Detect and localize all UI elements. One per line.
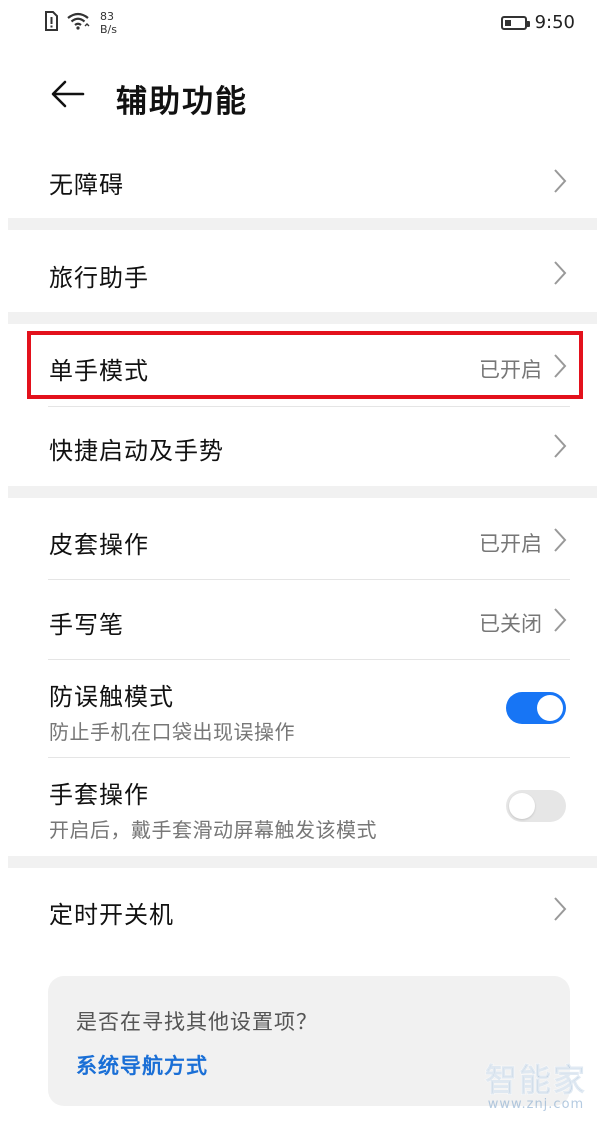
section-gap	[8, 312, 597, 324]
status-bar-right: 9:50	[500, 12, 575, 33]
accidental-touch-toggle[interactable]	[506, 692, 566, 724]
row-cover-operation[interactable]: 皮套操作 已开启	[48, 504, 570, 578]
battery-icon	[500, 15, 530, 30]
toggle-knob	[509, 793, 535, 819]
chevron-right-icon	[552, 433, 568, 459]
status-bar-left: 83 B/s	[44, 10, 117, 36]
net-speed-value: 83	[100, 10, 114, 23]
section-gap	[8, 218, 597, 230]
glove-mode-toggle[interactable]	[506, 790, 566, 822]
suggestion-question: 是否在寻找其他设置项？	[76, 1010, 318, 1034]
row-status-value: 已开启	[479, 532, 542, 556]
section-gap	[8, 486, 597, 498]
row-label: 防误触模式	[49, 683, 174, 711]
row-travel-assistant[interactable]: 旅行助手	[48, 240, 570, 306]
wifi-icon	[66, 11, 90, 35]
clock: 9:50	[534, 12, 575, 33]
toggle-knob	[537, 695, 563, 721]
page-title: 辅助功能	[116, 84, 248, 120]
row-label: 定时开关机	[49, 901, 174, 929]
row-status-value: 已关闭	[479, 612, 542, 636]
chevron-right-icon	[552, 607, 568, 633]
chevron-right-icon	[552, 260, 568, 286]
row-accessibility[interactable]: 无障碍	[48, 150, 570, 216]
row-subtitle: 开启后，戴手套滑动屏幕触发该模式	[49, 818, 377, 842]
row-label: 旅行助手	[49, 264, 149, 292]
status-bar: 83 B/s 9:50	[0, 0, 597, 48]
row-glove-mode[interactable]: 手套操作 开启后，戴手套滑动屏幕触发该模式	[48, 758, 570, 854]
row-shortcuts-gestures[interactable]: 快捷启动及手势	[48, 410, 570, 480]
back-arrow-icon[interactable]	[50, 78, 86, 110]
system-navigation-link[interactable]: 系统导航方式	[76, 1050, 208, 1080]
row-label: 皮套操作	[49, 531, 149, 559]
row-accidental-touch[interactable]: 防误触模式 防止手机在口袋出现误操作	[48, 660, 570, 756]
row-label: 手写笔	[49, 611, 124, 639]
battery-fill	[504, 19, 511, 26]
net-speed-unit: B/s	[100, 23, 117, 36]
highlight-box	[27, 331, 583, 399]
section-gap	[8, 856, 597, 868]
chevron-right-icon	[552, 896, 568, 922]
row-label: 快捷启动及手势	[49, 437, 224, 465]
row-subtitle: 防止手机在口袋出现误操作	[49, 720, 295, 744]
row-label: 无障碍	[49, 171, 124, 199]
chevron-right-icon	[552, 168, 568, 194]
watermark-sub: www.znj.com	[487, 1097, 585, 1112]
watermark-main: 智能家	[484, 1061, 587, 1099]
watermark-logo: 智能家 www.znj.com	[484, 1061, 587, 1112]
chevron-right-icon	[552, 527, 568, 553]
row-scheduled-power[interactable]: 定时开关机	[48, 874, 570, 946]
row-stylus[interactable]: 手写笔 已关闭	[48, 580, 570, 658]
alert-sim-icon	[44, 11, 58, 35]
divider	[48, 406, 570, 407]
page-header: 辅助功能	[0, 60, 597, 130]
net-speed: 83 B/s	[100, 10, 117, 36]
row-label: 手套操作	[49, 781, 149, 809]
